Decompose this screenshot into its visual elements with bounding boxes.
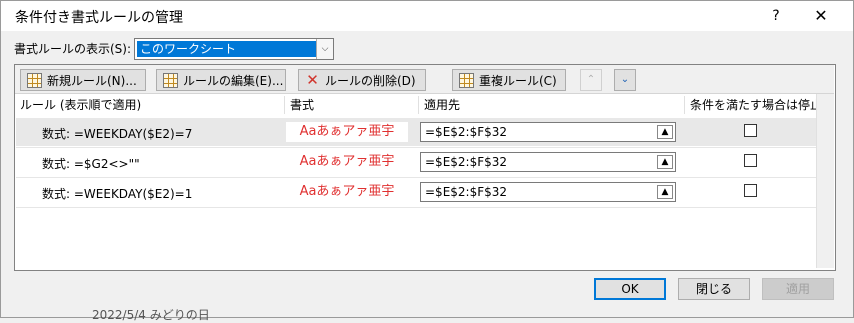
delete-rule-label: ルールの削除(D) [325,74,416,88]
duplicate-rule-icon [459,73,474,88]
rule-formula: 数式: =WEEKDAY($E2)=7 [42,127,193,141]
close-button[interactable]: 閉じる [678,278,750,300]
applies-to-field[interactable]: =$E$2:$F$32 ▲ [420,182,676,202]
edit-rule-button[interactable]: ルールの編集(E)... [156,69,286,91]
dialog-title: 条件付き書式ルールの管理 [15,10,183,26]
apply-button[interactable]: 適用 [762,278,834,300]
row-divider [16,207,816,208]
edit-rule-icon [163,73,178,88]
stop-if-true-checkbox[interactable] [744,154,757,167]
move-down-button[interactable]: ⌄ [614,69,636,91]
title-bar: 条件付き書式ルールの管理 ? ✕ [1,1,853,31]
applies-to-field[interactable]: =$E$2:$F$32 ▲ [420,152,676,172]
show-rules-select[interactable]: このワークシート ⌵ [134,38,334,60]
applies-to-field[interactable]: =$E$2:$F$32 ▲ [420,122,676,142]
close-icon[interactable]: ✕ [809,5,833,27]
range-select-icon[interactable]: ▲ [657,185,673,199]
column-header-stop-if-true: 条件を満たす場合は停止 [690,94,823,116]
help-button[interactable]: ? [765,5,787,27]
show-rules-label: 書式ルールの表示(S): [14,42,132,56]
column-header-format: 書式 [290,94,315,116]
rules-scrollbar[interactable] [816,94,834,268]
background-cell-text: 2022/5/4 みどりの日 [92,308,210,322]
delete-rule-button[interactable]: ✕ ルールの削除(D) [298,69,426,91]
new-rule-button[interactable]: 新規ルール(N)... [20,69,146,91]
format-preview: Aaあぁアァ亜宇 [286,182,408,202]
stop-if-true-checkbox[interactable] [744,184,757,197]
rule-row[interactable]: 数式: =$G2<>"" Aaあぁアァ亜宇 =$E$2:$F$32 ▲ [16,148,816,176]
column-header-rule: ルール (表示順で適用) [20,94,142,116]
rule-row[interactable]: 数式: =WEEKDAY($E2)=7 Aaあぁアァ亜宇 =$E$2:$F$32… [16,118,816,146]
new-rule-label: 新規ルール(N)... [47,74,137,88]
range-select-icon[interactable]: ▲ [657,125,673,139]
ok-button[interactable]: OK [594,278,666,300]
format-preview: Aaあぁアァ亜宇 [286,152,408,172]
rule-formula: 数式: =WEEKDAY($E2)=1 [42,187,193,201]
applies-to-value: =$E$2:$F$32 [425,185,508,199]
column-divider [284,96,285,114]
move-up-button[interactable]: ⌃ [580,69,602,91]
column-divider [684,96,685,114]
applies-to-value: =$E$2:$F$32 [425,125,508,139]
show-rules-value: このワークシート [137,41,316,57]
range-select-icon[interactable]: ▲ [657,155,673,169]
rule-formula: 数式: =$G2<>"" [42,157,140,171]
duplicate-rule-label: 重複ルール(C) [479,74,557,88]
column-header-applies-to: 適用先 [424,94,461,116]
rule-row[interactable]: 数式: =WEEKDAY($E2)=1 Aaあぁアァ亜宇 =$E$2:$F$32… [16,178,816,206]
duplicate-rule-button[interactable]: 重複ルール(C) [452,69,566,91]
column-divider [418,96,419,114]
stop-if-true-checkbox[interactable] [744,124,757,137]
edit-rule-label: ルールの編集(E)... [183,74,284,88]
delete-x-icon: ✕ [306,71,319,89]
chevron-down-icon[interactable]: ⌵ [316,39,333,59]
applies-to-value: =$E$2:$F$32 [425,155,508,169]
new-rule-icon [27,73,42,88]
format-preview: Aaあぁアァ亜宇 [286,122,408,142]
